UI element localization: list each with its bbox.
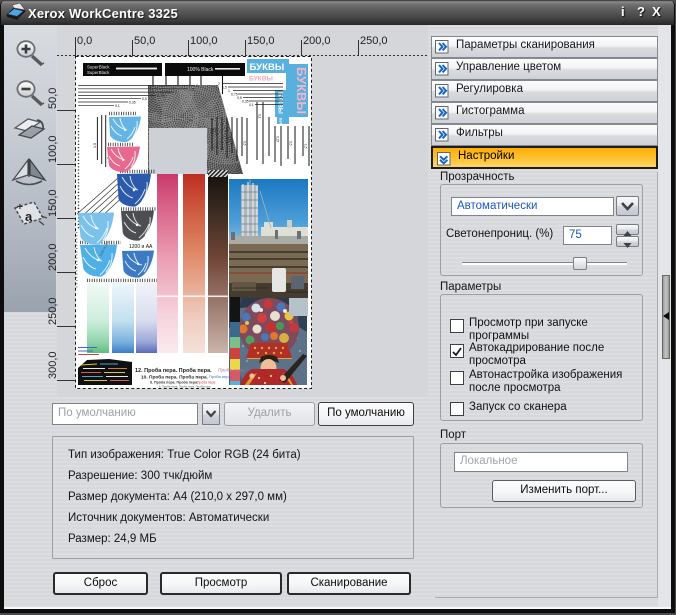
svg-text:1: 1 xyxy=(228,89,230,93)
svg-text:0,1: 0,1 xyxy=(115,104,120,108)
svg-text:SuperBlack: SuperBlack xyxy=(87,70,110,75)
svg-text:6. Проба пера. Проба пера. Про: 6. Проба пера. Проба пера. Проба пера xyxy=(159,384,211,388)
svg-text:БУКВЫ: БУКВЫ xyxy=(250,62,285,73)
svg-text:2: 2 xyxy=(196,84,198,88)
svg-text:1,5: 1,5 xyxy=(304,144,308,149)
svg-text:Проба пера: Проба пера xyxy=(209,374,231,379)
svg-text:2: 2 xyxy=(218,82,220,86)
svg-text:0,35: 0,35 xyxy=(129,101,136,105)
svg-text:0,1: 0,1 xyxy=(258,114,262,119)
svg-text:0,1: 0,1 xyxy=(213,128,217,133)
svg-text:1200 и АА: 1200 и АА xyxy=(129,244,153,250)
svg-text:БУКВЫ: БУКВЫ xyxy=(277,92,283,114)
svg-text:12. Проба пера. Проба пера.: 12. Проба пера. Проба пера. xyxy=(135,367,212,374)
svg-text:БУКВЫ: БУКВЫ xyxy=(294,67,309,114)
svg-text:1,5: 1,5 xyxy=(93,143,97,148)
svg-text:+: + xyxy=(17,202,23,213)
svg-text:1,5: 1,5 xyxy=(222,86,227,90)
svg-text:0,1: 0,1 xyxy=(249,103,254,107)
svg-text:1: 1 xyxy=(175,91,177,95)
svg-text:Проба пера: Проба пера xyxy=(218,368,244,374)
svg-text:0,25: 0,25 xyxy=(276,136,280,142)
svg-text:0,5: 0,5 xyxy=(243,141,247,146)
svg-text:100% Black: 100% Black xyxy=(187,67,214,73)
svg-text:0,35: 0,35 xyxy=(242,100,249,104)
svg-text:a: a xyxy=(25,209,33,224)
svg-text:0,5: 0,5 xyxy=(289,141,293,146)
svg-text:1,5: 1,5 xyxy=(189,87,194,91)
svg-text:БУКВЫ: БУКВЫ xyxy=(249,76,273,83)
svg-text:0,75: 0,75 xyxy=(157,94,164,98)
svg-text:0,5: 0,5 xyxy=(142,97,147,101)
svg-text:0,25: 0,25 xyxy=(228,136,232,142)
